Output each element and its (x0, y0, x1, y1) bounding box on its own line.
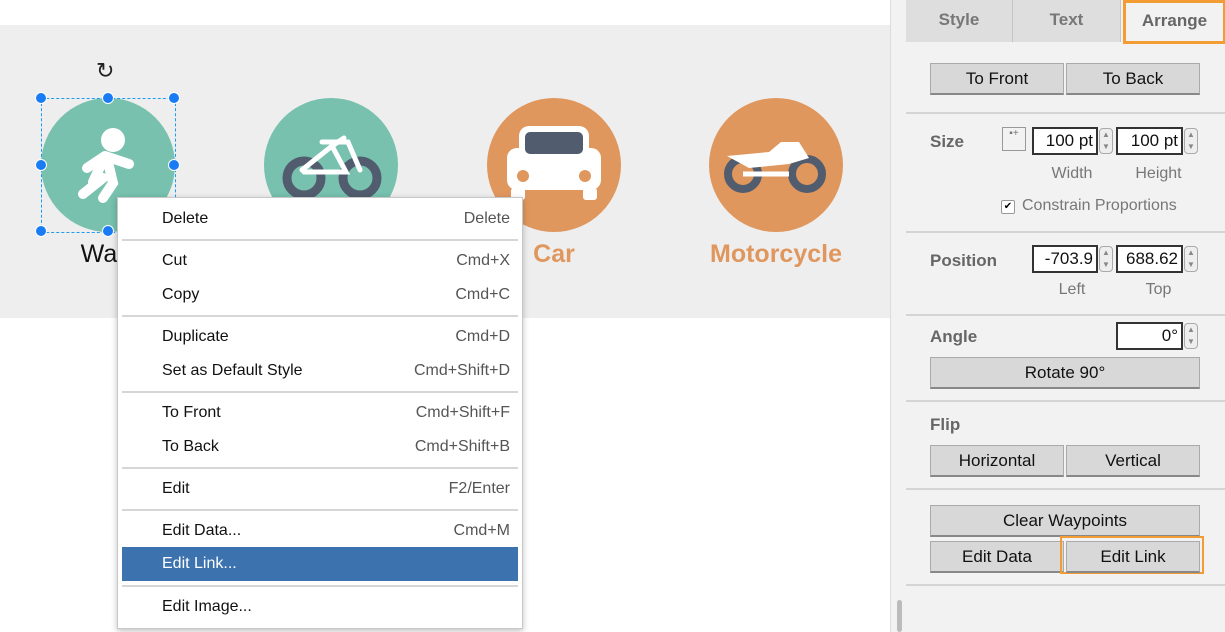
menu-separator (122, 315, 518, 317)
menu-label: Delete (162, 210, 209, 227)
position-label: Position (930, 251, 998, 270)
divider (906, 112, 1225, 114)
menu-item-edit-image[interactable]: Edit Image... (122, 590, 518, 624)
menu-item-edit-link[interactable]: Edit Link... (122, 547, 518, 581)
angle-stepper[interactable]: ▲ ▼ (1184, 323, 1198, 349)
width-input[interactable]: 100 pt (1032, 127, 1098, 155)
menu-shortcut: Cmd+Shift+F (415, 404, 510, 421)
divider (906, 314, 1225, 316)
motorcycle-shape[interactable] (709, 98, 843, 232)
divider (906, 400, 1225, 402)
angle-label: Angle (930, 327, 978, 346)
angle-input[interactable]: 0° (1116, 322, 1183, 350)
to-back-button[interactable]: To Back (1066, 63, 1200, 95)
menu-label: Duplicate (162, 328, 229, 345)
resize-handle[interactable] (102, 92, 114, 104)
resize-handle[interactable] (168, 92, 180, 104)
menu-label: Copy (162, 286, 200, 303)
menu-separator (122, 391, 518, 393)
height-input[interactable]: 100 pt (1116, 127, 1183, 155)
menu-separator (122, 585, 518, 587)
resize-handle[interactable] (35, 225, 47, 237)
resize-handle[interactable] (35, 92, 47, 104)
menu-shortcut: F2/Enter (448, 480, 510, 497)
left-input[interactable]: -703.9 (1032, 245, 1098, 273)
menu-shortcut: Cmd+C (455, 286, 510, 303)
clear-waypoints-button[interactable]: Clear Waypoints (930, 505, 1200, 537)
resize-handle[interactable] (35, 159, 47, 171)
flip-horizontal-button[interactable]: Horizontal (930, 445, 1064, 477)
divider (906, 231, 1225, 233)
edit-link-button[interactable]: Edit Link (1066, 541, 1200, 573)
menu-shortcut: Cmd+M (453, 522, 510, 539)
width-stepper[interactable]: ▲ ▼ (1099, 128, 1113, 154)
rotate-90-button[interactable]: Rotate 90° (930, 357, 1200, 389)
menu-shortcut: Cmd+D (455, 328, 510, 345)
constrain-label: Constrain Proportions (1022, 197, 1177, 214)
edit-data-button[interactable]: Edit Data (930, 541, 1064, 573)
left-stepper[interactable]: ▲ ▼ (1099, 246, 1113, 272)
menu-item-set-default-style[interactable]: Set as Default Style Cmd+Shift+D (122, 354, 518, 388)
resize-handle[interactable] (102, 225, 114, 237)
top-input[interactable]: 688.62 (1116, 245, 1183, 273)
autosize-icon[interactable]: ▪+ (1002, 127, 1026, 151)
tab-text[interactable]: Text (1013, 0, 1121, 42)
menu-item-edit[interactable]: Edit F2/Enter (122, 472, 518, 506)
menu-item-copy[interactable]: Copy Cmd+C (122, 278, 518, 312)
menu-shortcut: Delete (463, 210, 510, 227)
format-panel: Style Text Arrange To Front To Back Size… (890, 0, 1225, 632)
tab-arrange[interactable]: Arrange (1123, 0, 1225, 44)
menu-separator (122, 467, 518, 469)
menu-label: To Front (162, 404, 221, 421)
menu-label: Set as Default Style (162, 362, 303, 379)
tab-style[interactable]: Style (906, 0, 1013, 42)
menu-shortcut: Cmd+X (456, 252, 510, 269)
menu-label: Edit Link... (162, 555, 237, 572)
menu-shortcut: Cmd+Shift+B (414, 438, 510, 455)
to-front-button[interactable]: To Front (930, 63, 1064, 95)
top-stepper[interactable]: ▲ ▼ (1184, 246, 1198, 272)
menu-shortcut: Cmd+Shift+D (413, 362, 510, 379)
height-label: Height (1135, 165, 1182, 182)
menu-item-to-front[interactable]: To Front Cmd+Shift+F (122, 396, 518, 430)
motorcycle-icon (724, 142, 826, 193)
resize-handle[interactable] (168, 159, 180, 171)
menu-item-cut[interactable]: Cut Cmd+X (122, 244, 518, 278)
divider (906, 584, 1225, 586)
rotate-handle-icon[interactable]: ↻ (96, 58, 114, 84)
motorcycle-label: Motorcycle (710, 240, 842, 268)
divider (906, 488, 1225, 490)
menu-item-edit-data[interactable]: Edit Data... Cmd+M (122, 514, 518, 548)
height-stepper[interactable]: ▲ ▼ (1184, 128, 1198, 154)
menu-item-delete[interactable]: Delete Delete (122, 202, 518, 236)
flip-label: Flip (930, 415, 961, 434)
flip-vertical-button[interactable]: Vertical (1066, 445, 1200, 477)
top-label: Top (1145, 281, 1172, 298)
menu-separator (122, 239, 518, 241)
context-menu: Delete Delete Cut Cmd+X Copy Cmd+C Duplicat… (117, 197, 523, 629)
menu-label: Edit (162, 480, 190, 497)
size-label: Size (930, 132, 965, 151)
scrollbar[interactable] (897, 600, 902, 632)
menu-label: Edit Data... (162, 522, 242, 539)
menu-item-to-back[interactable]: To Back Cmd+Shift+B (122, 430, 518, 464)
constrain-checkbox[interactable]: ✔ (1001, 200, 1015, 214)
width-label: Width (1051, 165, 1093, 182)
menu-item-duplicate[interactable]: Duplicate Cmd+D (122, 320, 518, 354)
left-label: Left (1058, 281, 1086, 298)
menu-separator (122, 509, 518, 511)
menu-label: To Back (162, 438, 219, 455)
menu-label: Edit Image... (162, 598, 252, 615)
menu-label: Cut (162, 252, 187, 269)
